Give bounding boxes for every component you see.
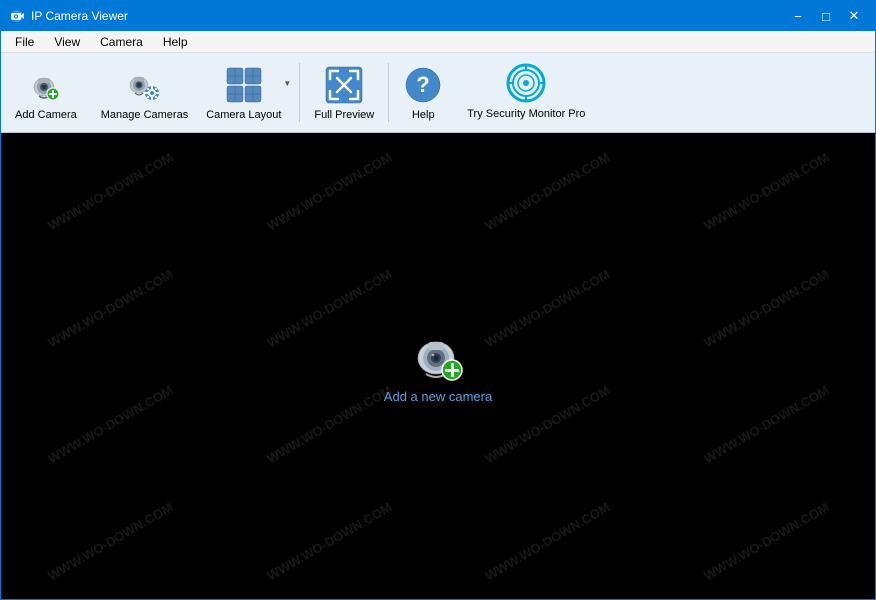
toolbar-separator-2 <box>388 63 389 122</box>
security-monitor-pro-label: Try Security Monitor Pro <box>467 107 585 121</box>
title-bar: IP Camera Viewer − □ ✕ <box>1 1 875 31</box>
maximize-button[interactable]: □ <box>813 6 839 26</box>
menu-item-file[interactable]: File <box>5 33 44 51</box>
camera-layout-label: Camera Layout <box>206 109 281 121</box>
full-preview-button[interactable]: Full Preview <box>302 57 386 128</box>
add-new-camera-icon <box>408 328 468 383</box>
toolbar: Add Camera <box>1 53 875 133</box>
watermark-cell: WWW.WO-DOWN.COM <box>1 319 234 529</box>
camera-layout-icon <box>224 65 264 105</box>
add-camera-button[interactable]: Add Camera <box>3 57 89 128</box>
menu-bar: File View Camera Help <box>1 31 875 53</box>
menu-item-help[interactable]: Help <box>153 33 198 51</box>
menu-item-view[interactable]: View <box>44 33 90 51</box>
window-title: IP Camera Viewer <box>31 9 128 23</box>
app-window: IP Camera Viewer − □ ✕ File View Camera … <box>0 0 876 600</box>
manage-cameras-label: Manage Cameras <box>101 109 188 121</box>
add-camera-icon <box>26 65 66 105</box>
help-button[interactable]: ? Help <box>391 57 455 128</box>
security-monitor-pro-icon <box>506 63 546 103</box>
full-preview-label: Full Preview <box>314 109 374 121</box>
watermark-cell: WWW.WO-DOWN.COM <box>642 203 875 413</box>
toolbar-separator-1 <box>299 63 300 122</box>
add-new-camera-label: Add a new camera <box>384 389 492 404</box>
watermark-cell: WWW.WO-DOWN.COM <box>424 133 671 296</box>
watermark-cell: WWW.WO-DOWN.COM <box>642 436 875 599</box>
window-icon <box>9 8 25 24</box>
watermark-cell: WWW.WO-DOWN.COM <box>642 133 875 296</box>
try-security-monitor-pro-button[interactable]: Try Security Monitor Pro <box>455 57 597 128</box>
help-icon: ? <box>403 65 443 105</box>
help-label: Help <box>412 109 435 121</box>
close-button[interactable]: ✕ <box>841 6 867 26</box>
title-bar-left: IP Camera Viewer <box>9 8 128 24</box>
watermark-cell: WWW.WO-DOWN.COM <box>642 319 875 529</box>
watermark-cell: WWW.WO-DOWN.COM <box>1 436 234 599</box>
manage-cameras-button[interactable]: Manage Cameras <box>89 57 200 128</box>
watermark-cell: WWW.WO-DOWN.COM <box>205 436 452 599</box>
title-bar-controls: − □ ✕ <box>785 6 867 26</box>
main-content: WWW.WO-DOWN.COM WWW.WO-DOWN.COM WWW.WO-D… <box>1 133 875 599</box>
watermark-cell: WWW.WO-DOWN.COM <box>1 133 234 296</box>
minimize-button[interactable]: − <box>785 6 811 26</box>
full-preview-icon <box>324 65 364 105</box>
menu-item-camera[interactable]: Camera <box>90 33 153 51</box>
add-camera-label: Add Camera <box>15 109 77 121</box>
watermark-cell: WWW.WO-DOWN.COM <box>205 133 452 296</box>
camera-layout-button[interactable]: Camera Layout ▼ <box>200 57 297 128</box>
add-new-camera-button[interactable]: Add a new camera <box>384 328 492 404</box>
watermark-cell: WWW.WO-DOWN.COM <box>424 436 671 599</box>
manage-cameras-icon <box>124 65 164 105</box>
watermark-cell: WWW.WO-DOWN.COM <box>1 203 234 413</box>
svg-text:?: ? <box>417 72 430 97</box>
